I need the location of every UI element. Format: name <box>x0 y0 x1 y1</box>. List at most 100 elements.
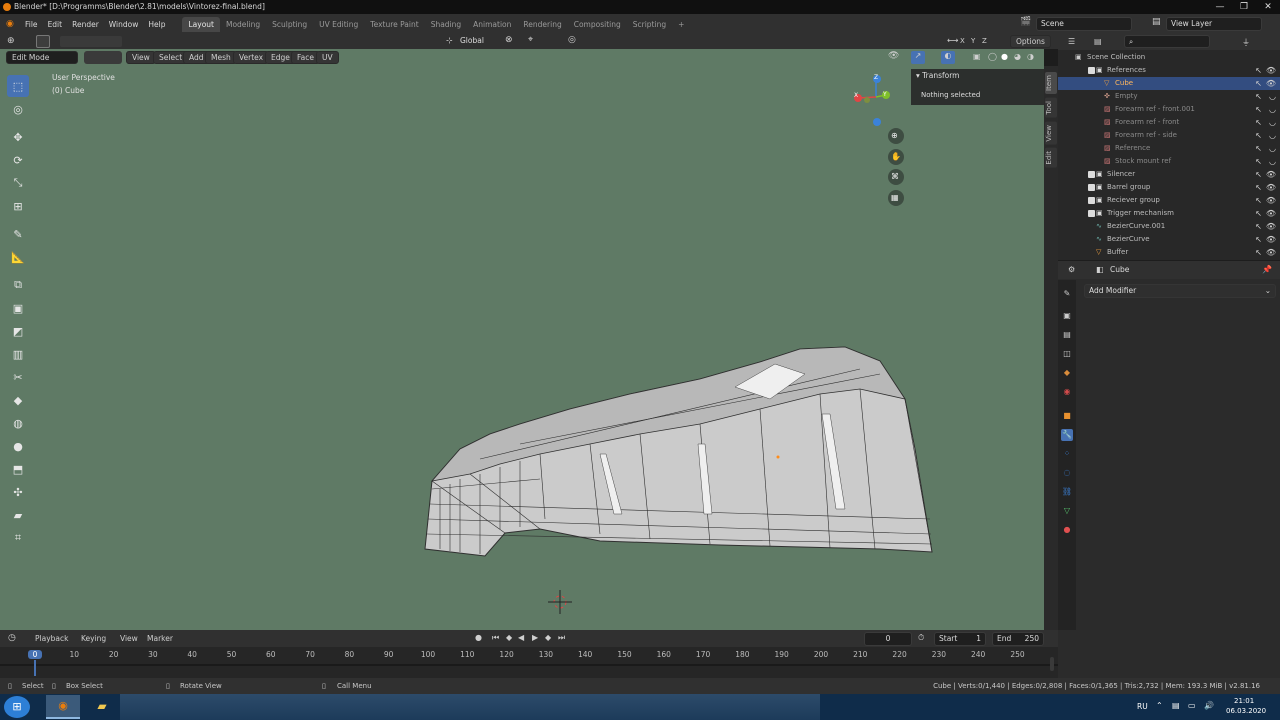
outliner-row-empty[interactable]: ✜ Empty ↖ ◡ <box>1058 90 1280 103</box>
scene-tab-icon[interactable]: ◆ <box>1061 367 1073 379</box>
menu-uv[interactable]: UV <box>316 51 339 64</box>
exclude-checkbox[interactable] <box>1088 184 1095 191</box>
record-icon[interactable]: ● <box>475 633 482 642</box>
mirror-z-toggle[interactable]: Z <box>982 37 987 45</box>
overlays-toggle-icon[interactable]: ◐ <box>941 51 955 64</box>
select-mode-buttons[interactable] <box>84 51 122 64</box>
wireframe-shading-icon[interactable]: ◯ <box>988 52 997 61</box>
tab-texture-paint[interactable]: Texture Paint <box>364 17 424 32</box>
tab-edit[interactable]: Edit <box>1045 148 1057 168</box>
snap-icon[interactable]: ⌖ <box>528 35 533 45</box>
mirror-x-toggle[interactable]: X <box>960 37 965 45</box>
tab-modeling[interactable]: Modeling <box>220 17 266 32</box>
move-tool-icon[interactable]: ✥ <box>7 126 29 148</box>
selectable-arrow-icon[interactable]: ↖ <box>1255 168 1262 181</box>
tab-scripting[interactable]: Scripting <box>627 17 672 32</box>
menu-playback[interactable]: Playback <box>35 634 68 643</box>
selectable-arrow-icon[interactable]: ↖ <box>1255 77 1262 90</box>
gizmo-toggle-icon[interactable]: ↗ <box>911 51 925 64</box>
cursor-tool-icon[interactable]: ◎ <box>7 98 29 120</box>
menu-help[interactable]: Help <box>143 20 170 29</box>
prev-keyframe-icon[interactable]: ◆ <box>506 633 512 642</box>
outliner-row-reciever-group[interactable]: ▣ Reciever group ↖ 👁 <box>1058 194 1280 207</box>
orientation-dropdown[interactable]: Global <box>456 35 496 48</box>
view-layer-tab-icon[interactable]: ◫ <box>1061 348 1073 360</box>
menu-keying[interactable]: Keying <box>81 634 106 643</box>
3d-viewport[interactable]: User Perspective (0) Cube Edit Mode View… <box>0 49 1044 630</box>
pin-icon[interactable]: 📌 <box>1262 265 1272 274</box>
eye-icon[interactable]: 👁 <box>1266 168 1276 181</box>
menu-mesh[interactable]: Mesh <box>205 51 237 64</box>
object-tab-icon[interactable]: ■ <box>1061 410 1073 422</box>
select-box-tool-icon[interactable]: ⬚ <box>7 75 29 97</box>
outliner-row-stock-mount-ref[interactable]: ▨ Stock mount ref ↖ ◡ <box>1058 155 1280 168</box>
outliner-row-forearm-ref-side[interactable]: ▨ Forearm ref - side ↖ ◡ <box>1058 129 1280 142</box>
ortho-toggle-icon[interactable]: ▦ <box>891 193 899 202</box>
constraints-tab-icon[interactable]: ⛓ <box>1061 486 1073 498</box>
view-layer-field[interactable]: View Layer <box>1166 17 1262 31</box>
spin-tool-icon[interactable]: ◍ <box>7 412 29 434</box>
start-button-icon[interactable]: ⊞ <box>4 696 30 718</box>
rip-tool-icon[interactable]: ⌗ <box>7 527 29 549</box>
outliner-row-cube[interactable]: ▽ Cube ↖ 👁 <box>1058 77 1280 90</box>
particles-tab-icon[interactable]: ⁘ <box>1061 448 1073 460</box>
material-tab-icon[interactable]: ● <box>1061 524 1073 536</box>
outliner-row-silencer[interactable]: ▣ Silencer ↖ 👁 <box>1058 168 1280 181</box>
mode-dropdown[interactable]: Edit Mode <box>6 51 78 64</box>
start-frame-field[interactable]: Start 1 <box>934 632 986 646</box>
tab-uv-editing[interactable]: UV Editing <box>313 17 364 32</box>
loop-cut-tool-icon[interactable]: ▥ <box>7 343 29 365</box>
render-tab-icon[interactable]: ▣ <box>1061 310 1073 322</box>
eye-closed-icon[interactable]: ◡ <box>1269 142 1276 155</box>
eye-icon[interactable]: 👁 <box>1266 220 1276 233</box>
eye-closed-icon[interactable]: ◡ <box>1269 103 1276 116</box>
volume-icon[interactable]: 🔊 <box>1204 701 1214 710</box>
tab-view[interactable]: View <box>1045 122 1057 145</box>
transform-header[interactable]: ▾ Transform <box>916 71 959 80</box>
tab-tool[interactable]: Tool <box>1045 98 1057 118</box>
options-dropdown[interactable]: Options <box>1010 35 1051 48</box>
pan-hand-icon[interactable]: ✋ <box>891 152 901 161</box>
playhead-line[interactable] <box>34 660 36 676</box>
selectable-arrow-icon[interactable]: ↖ <box>1255 220 1262 233</box>
selectable-arrow-icon[interactable]: ↖ <box>1255 207 1262 220</box>
jump-start-icon[interactable]: ⏮ <box>492 633 499 643</box>
poly-build-tool-icon[interactable]: ◆ <box>7 389 29 411</box>
extrude-tool-icon[interactable]: ⧉ <box>7 274 29 296</box>
rotate-tool-icon[interactable]: ⟳ <box>7 149 29 171</box>
eye-icon[interactable]: 👁 <box>1266 233 1276 246</box>
scene-collection-row[interactable]: ▣ Scene Collection <box>1058 51 1280 64</box>
tray-arrow-icon[interactable]: ⌃ <box>1156 701 1163 710</box>
outliner-row-reference[interactable]: ▨ Reference ↖ ◡ <box>1058 142 1280 155</box>
language-indicator[interactable]: RU <box>1137 702 1148 711</box>
selectable-arrow-icon[interactable]: ↖ <box>1255 155 1262 168</box>
outliner-row-beziercurve[interactable]: ∿ BezierCurve ↖ 👁 <box>1058 233 1280 246</box>
selectable-arrow-icon[interactable]: ↖ <box>1255 181 1262 194</box>
menu-edit[interactable]: Edit <box>43 20 68 29</box>
tool-tab-icon[interactable]: ✎ <box>1061 288 1073 300</box>
play-icon[interactable]: ▶ <box>532 633 538 642</box>
inset-tool-icon[interactable]: ▣ <box>7 297 29 319</box>
annotate-tool-icon[interactable]: ✎ <box>7 223 29 245</box>
proportional-edit-icon[interactable]: ◎ <box>568 35 576 45</box>
eye-closed-icon[interactable]: ◡ <box>1269 155 1276 168</box>
selectable-arrow-icon[interactable]: ↖ <box>1255 142 1262 155</box>
menu-window[interactable]: Window <box>104 20 144 29</box>
next-keyframe-icon[interactable]: ◆ <box>545 633 551 642</box>
rendered-shading-icon[interactable]: ◑ <box>1027 52 1034 61</box>
close-button[interactable]: ✕ <box>1256 0 1280 14</box>
selectable-arrow-icon[interactable]: ↖ <box>1255 233 1262 246</box>
bevel-tool-icon[interactable]: ◩ <box>7 320 29 342</box>
tab-rendering[interactable]: Rendering <box>517 17 567 32</box>
outliner-row-barrel-group[interactable]: ▣ Barrel group ↖ 👁 <box>1058 181 1280 194</box>
visibility-icon[interactable]: 👁 <box>888 51 899 61</box>
outliner-row-forearm-ref-front[interactable]: ▨ Forearm ref - front ↖ ◡ <box>1058 116 1280 129</box>
outliner-editor-icon[interactable]: ☰ <box>1068 37 1075 46</box>
selectable-arrow-icon[interactable]: ↖ <box>1255 90 1262 103</box>
tab-shading[interactable]: Shading <box>425 17 467 32</box>
jump-end-icon[interactable]: ⏭ <box>558 633 565 643</box>
tab-sculpting[interactable]: Sculpting <box>266 17 313 32</box>
outliner-row-references[interactable]: ▣ References ↖ 👁 <box>1058 64 1280 77</box>
edge-slide-tool-icon[interactable]: ⬒ <box>7 458 29 480</box>
output-tab-icon[interactable]: ▤ <box>1061 329 1073 341</box>
